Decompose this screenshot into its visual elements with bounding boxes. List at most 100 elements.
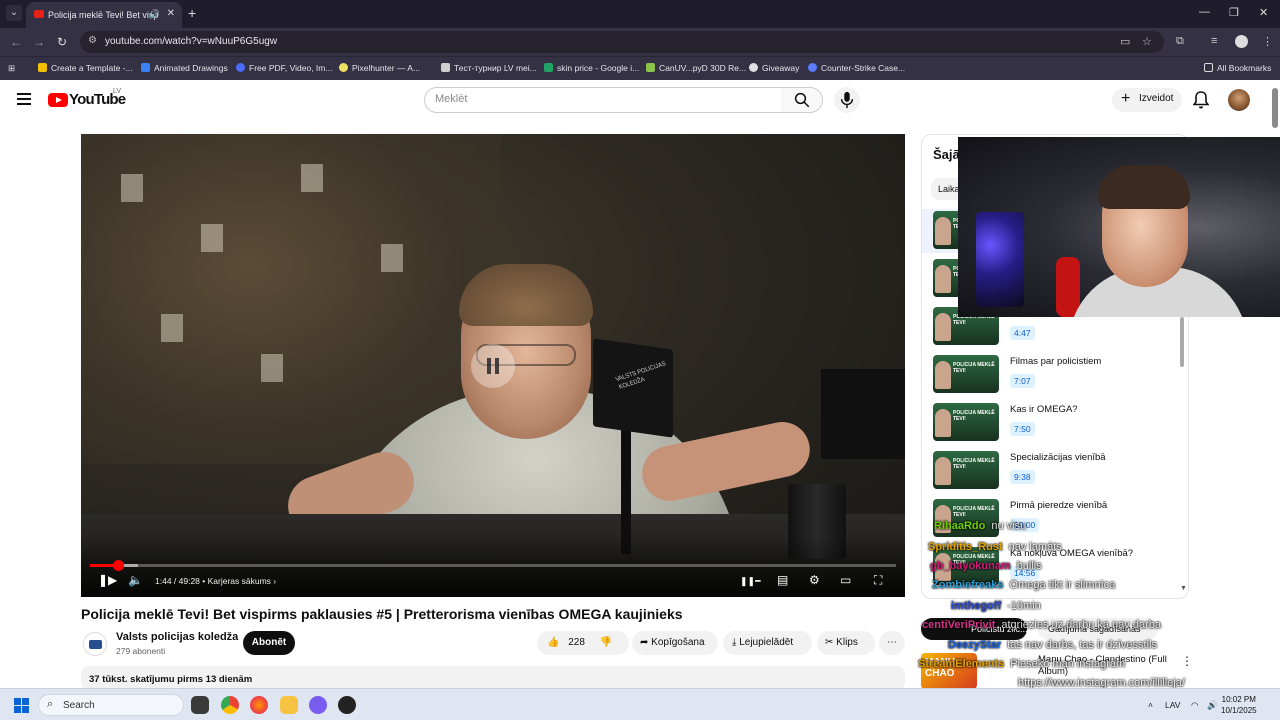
apps-grid-icon[interactable]: ⊞ [8, 63, 15, 74]
thumbs-up-icon[interactable]: 👍 [547, 637, 559, 648]
bookmark-star-icon[interactable]: ☆ [1142, 35, 1152, 48]
share-button[interactable]: ➦ Kopīgošana [632, 631, 718, 655]
more-actions-icon[interactable]: ⋯ [879, 631, 905, 655]
download-icon: ⤓ [732, 637, 737, 648]
pause-overlay-icon[interactable] [471, 344, 515, 388]
firefox-icon[interactable] [250, 696, 268, 714]
playlist-item-duration[interactable]: 4:47 [1010, 326, 1035, 340]
channel-avatar[interactable] [83, 632, 107, 656]
progress-bar[interactable] [90, 560, 896, 571]
reload-icon[interactable]: ↻ [57, 35, 67, 49]
playlist-item[interactable]: POLICIJA MEKLĒ TEVI! Specializācijas vien… [922, 449, 1180, 493]
search-input[interactable]: Meklēt [424, 87, 782, 113]
minimize-button[interactable]: — [1199, 6, 1210, 18]
chat-message: centiVeriPrivit atgriezies uz darbu ka na… [922, 619, 1161, 631]
browser-profile-avatar[interactable] [1235, 35, 1248, 48]
volume-tray-icon[interactable]: 🔊 [1207, 700, 1218, 711]
bookmark-item[interactable]: Create a Template -... [38, 63, 133, 73]
maximize-button[interactable]: ❐ [1229, 6, 1239, 19]
bookmark-item[interactable]: Counter-Strike Case... [808, 63, 905, 73]
chat-message: gb_bayokunam bullis [930, 560, 1042, 572]
browser-menu-icon[interactable]: ⋮ [1262, 35, 1273, 48]
clip-button[interactable]: ✂ Klips [817, 631, 875, 655]
video-player[interactable]: VALSTS POLICIJAS KOLEDŽA ❚▶ 🔈 1:44 / 49:… [81, 134, 905, 597]
channel-name[interactable]: Valsts policijas koledža [116, 631, 238, 643]
url-text[interactable]: youtube.com/watch?v=wNuuP6G5ugw [105, 36, 277, 47]
download-button[interactable]: ⤓ Lejupielādēt [723, 631, 812, 655]
page-scrollbar[interactable] [1272, 88, 1278, 128]
tab-search-button[interactable]: ⌄ [6, 5, 22, 21]
bookmark-item[interactable]: Pixelhunter — A... [339, 63, 420, 73]
bookmark-item[interactable]: Animated Drawings [141, 63, 228, 73]
subscribe-button[interactable]: Abonēt [243, 631, 295, 655]
file-explorer-icon[interactable] [280, 696, 298, 714]
notifications-bell-icon[interactable] [1193, 91, 1209, 109]
like-count[interactable]: 228 [568, 637, 585, 648]
browser-tab-active[interactable]: Policija meklē Tevi! Bet visp 🔊 ✕ [26, 2, 182, 28]
playlist-scrollbar[interactable] [1180, 317, 1184, 367]
wifi-icon[interactable]: ◠ [1191, 700, 1198, 711]
voice-search-button[interactable] [834, 87, 860, 113]
scroll-down-icon[interactable]: ▼ [1180, 585, 1187, 592]
address-bar[interactable]: ⚙ youtube.com/watch?v=wNuuP6G5ugw ▭ ☆ [80, 31, 1164, 53]
create-button[interactable]: + Izveidot [1112, 88, 1182, 112]
bookmark-item[interactable]: Тест-турнир LV mei... [441, 63, 537, 73]
thumbnail-face [935, 457, 951, 485]
fullscreen-icon[interactable]: ⛶ [874, 573, 882, 588]
windows-start-icon[interactable] [14, 698, 29, 713]
task-view-icon[interactable] [191, 696, 209, 714]
playlist-item-duration[interactable]: 7:50 [1010, 422, 1035, 436]
tray-chevron-icon[interactable]: ˄ [1148, 700, 1153, 710]
media-control-icon[interactable]: ≡ [1211, 35, 1217, 47]
speaker-icon[interactable]: 🔊 [149, 9, 160, 20]
chrome-icon[interactable] [221, 696, 239, 714]
volume-icon[interactable]: 🔈 [128, 573, 143, 587]
account-avatar[interactable] [1228, 89, 1250, 111]
playlist-thumbnail[interactable]: POLICIJA MEKLĒ TEVI! [933, 355, 999, 393]
extensions-icon[interactable]: ⧉ [1176, 35, 1184, 48]
bookmark-item[interactable]: skin price - Google i... [544, 63, 639, 73]
autoplay-toggle-icon[interactable]: ❚❚━ [740, 576, 761, 587]
play-pause-icon[interactable]: ❚▶ [98, 573, 117, 587]
thumbs-down-icon[interactable]: 👎 [600, 637, 612, 648]
all-bookmarks[interactable]: All Bookmarks [1204, 63, 1271, 73]
description-box[interactable]: 37 tūkst. skatījumu pirms 13 dienām [81, 666, 905, 690]
browser-toolbar: ← → ↻ ⚙ youtube.com/watch?v=wNuuP6G5ugw … [0, 28, 1280, 56]
site-info-icon[interactable]: ⚙ [88, 35, 97, 46]
playlist-item-title[interactable]: Filmas par policistiem [1010, 356, 1101, 367]
playlist-thumbnail[interactable]: POLICIJA MEKLĒ TEVI! [933, 403, 999, 441]
taskbar-search[interactable]: ⌕ Search [38, 694, 184, 716]
playlist-item-duration[interactable]: 9:38 [1010, 470, 1035, 484]
bookmark-item[interactable]: Giveaway [749, 63, 799, 73]
chapter-label[interactable]: Karjeras sākums [208, 576, 271, 586]
bookmark-item[interactable]: CanUV...pyD 30D Re... [646, 63, 746, 73]
thumbnail-face [935, 409, 951, 437]
back-icon[interactable]: ← [10, 35, 22, 49]
settings-gear-icon[interactable]: ⚙ [809, 573, 820, 587]
playlist-item-title[interactable]: Pirmā pieredze vienībā [1010, 500, 1107, 511]
playlist-item[interactable]: POLICIJA MEKLĒ TEVI! Pirmā pieredze vienī… [922, 497, 1180, 541]
theater-mode-icon[interactable]: ▭ [840, 573, 851, 587]
cast-icon[interactable]: ▭ [1120, 35, 1130, 48]
playlist-thumbnail[interactable]: POLICIJA MEKLĒ TEVI! [933, 451, 999, 489]
chat-text: -10min [1007, 600, 1041, 612]
close-window-button[interactable]: ✕ [1259, 6, 1268, 19]
playlist-item[interactable]: POLICIJA MEKLĒ TEVI! Kas ir OMEGA? 7:50 [922, 401, 1180, 445]
obs-icon[interactable] [338, 696, 356, 714]
search-button[interactable] [781, 87, 823, 113]
more-options-icon[interactable]: ⋮ [1181, 654, 1193, 668]
playlist-item-duration[interactable]: 7:07 [1010, 374, 1035, 388]
subtitles-icon[interactable]: ▤ [777, 573, 788, 587]
playlist-item-title[interactable]: Kas ir OMEGA? [1010, 404, 1078, 415]
pinned-note [301, 164, 323, 192]
clock[interactable]: 10:02 PM 10/1/2025 [1221, 694, 1257, 716]
bookmark-item[interactable]: Free PDF, Video, Im... [236, 63, 332, 73]
close-tab-icon[interactable]: ✕ [167, 8, 175, 19]
language-indicator[interactable]: LAV [1165, 700, 1180, 710]
discord-icon[interactable] [309, 696, 327, 714]
playlist-item-title[interactable]: Specializācijas vienībā [1010, 452, 1106, 463]
playlist-item[interactable]: POLICIJA MEKLĒ TEVI! Filmas par policisti… [922, 353, 1180, 397]
menu-icon[interactable] [17, 93, 31, 105]
forward-icon[interactable]: → [33, 35, 45, 49]
new-tab-button[interactable]: + [188, 5, 196, 21]
